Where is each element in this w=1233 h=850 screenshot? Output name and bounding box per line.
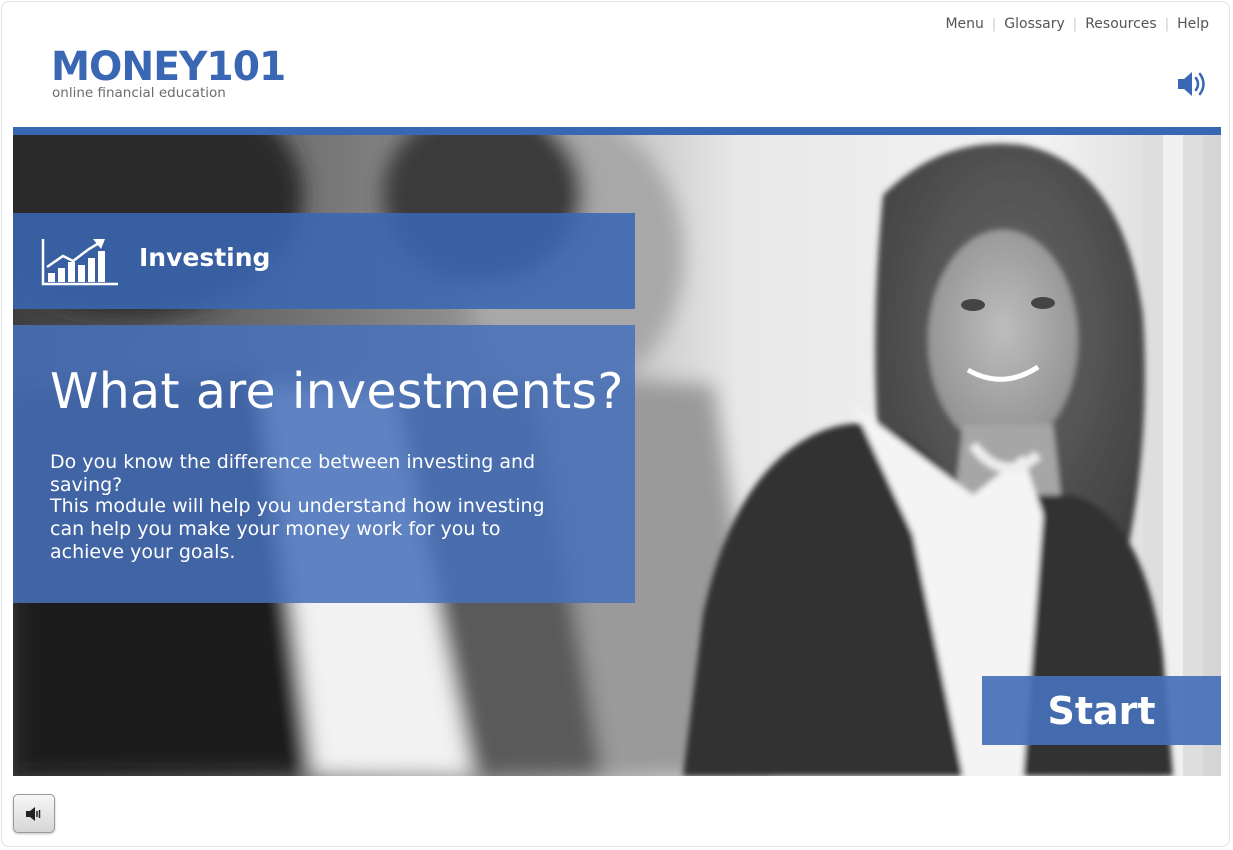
app-frame: Menu | Glossary | Resources | Help MONEY…: [1, 1, 1230, 847]
module-title: Investing: [139, 243, 271, 272]
nav-menu-link[interactable]: Menu: [945, 16, 983, 32]
nav-separator: |: [1072, 16, 1078, 32]
nav-resources-link[interactable]: Resources: [1085, 16, 1157, 32]
nav-help-link[interactable]: Help: [1177, 16, 1209, 32]
hero-banner: Investing What are investments? Do you k…: [13, 135, 1221, 776]
intro-question: Do you know the difference between inves…: [50, 451, 536, 496]
nav-separator: |: [1164, 16, 1170, 32]
chart-growth-icon: [41, 239, 118, 286]
start-button[interactable]: Start: [982, 676, 1221, 745]
nav-glossary-link[interactable]: Glossary: [1004, 16, 1065, 32]
logo-wordmark: MONEY101: [51, 44, 286, 90]
header-accent-bar: [13, 127, 1221, 135]
speaker-icon[interactable]: [1176, 68, 1210, 100]
speaker-icon: [26, 806, 41, 821]
intro-panel: What are investments? Do you know the di…: [13, 325, 635, 603]
logo: MONEY101 online financial education: [51, 46, 290, 101]
top-navigation: Menu | Glossary | Resources | Help: [945, 16, 1209, 32]
nav-separator: |: [991, 16, 997, 32]
module-title-bar: Investing: [13, 213, 635, 309]
intro-description: This module will help you understand how…: [50, 495, 545, 563]
page-title: What are investments?: [50, 363, 624, 420]
mute-button[interactable]: [13, 794, 55, 833]
